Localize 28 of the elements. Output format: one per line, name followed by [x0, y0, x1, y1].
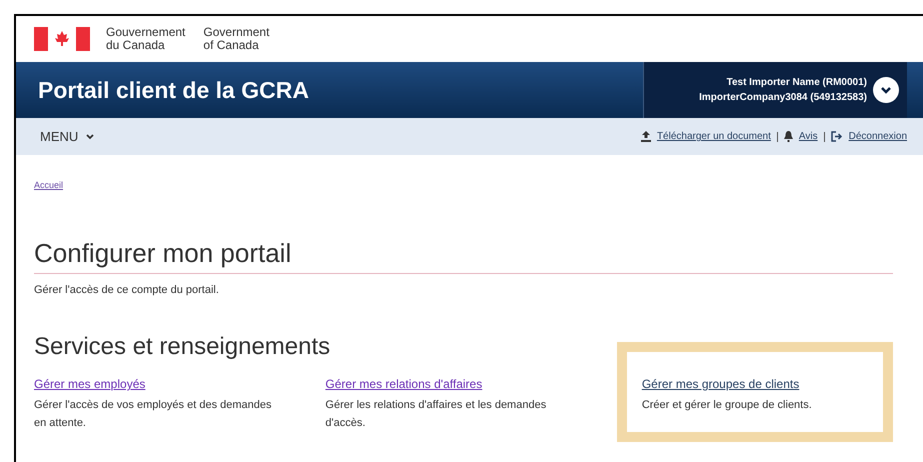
menu-link[interactable]: Télécharger un document: [656, 129, 771, 144]
menu-link[interactable]: Déconnexion: [848, 129, 907, 144]
account-dropdown-button[interactable]: [873, 77, 899, 103]
page-title: Configurer mon portail: [34, 236, 292, 268]
user-name: Test Importer Name (RM0001): [726, 76, 867, 90]
page-description: Gérer l'accès de ce compte du portail.: [34, 282, 219, 298]
government-name: Gouvernement: [106, 26, 186, 39]
menu-button[interactable]: MENU: [40, 126, 94, 146]
service-link[interactable]: Gérer mes employés: [34, 377, 146, 391]
canada-flag-icon: [34, 27, 90, 51]
company-name: ImporterCompany3084 (549132583): [699, 91, 867, 105]
service-description: Créer et gérer le groupe de clients.: [642, 398, 813, 413]
bell-icon: [784, 131, 793, 142]
service-link[interactable]: Gérer mes groupes de clients: [642, 377, 800, 391]
app-title: Portail client de la GCRA: [38, 76, 309, 105]
breadcrumb-link[interactable]: Accueil: [34, 179, 64, 192]
section-title: Services et renseignements: [34, 332, 330, 362]
upload-icon: [640, 131, 651, 142]
service-link[interactable]: Gérer mes relations d'affaires: [325, 377, 482, 391]
chevron-down-icon: [881, 86, 891, 94]
menu-link[interactable]: Avis: [798, 129, 818, 144]
service-description: Gérer les relations d'affaires et les demandes d'accès.: [325, 398, 548, 431]
chevron-down-icon: [86, 134, 94, 140]
government-name: du Canada: [106, 39, 166, 52]
logout-icon: [830, 131, 843, 142]
government-name: of Canada: [203, 39, 260, 52]
government-name: Government: [203, 26, 270, 39]
service-description: Gérer l'accès de vos employés et des demandes en attente.: [34, 398, 272, 431]
